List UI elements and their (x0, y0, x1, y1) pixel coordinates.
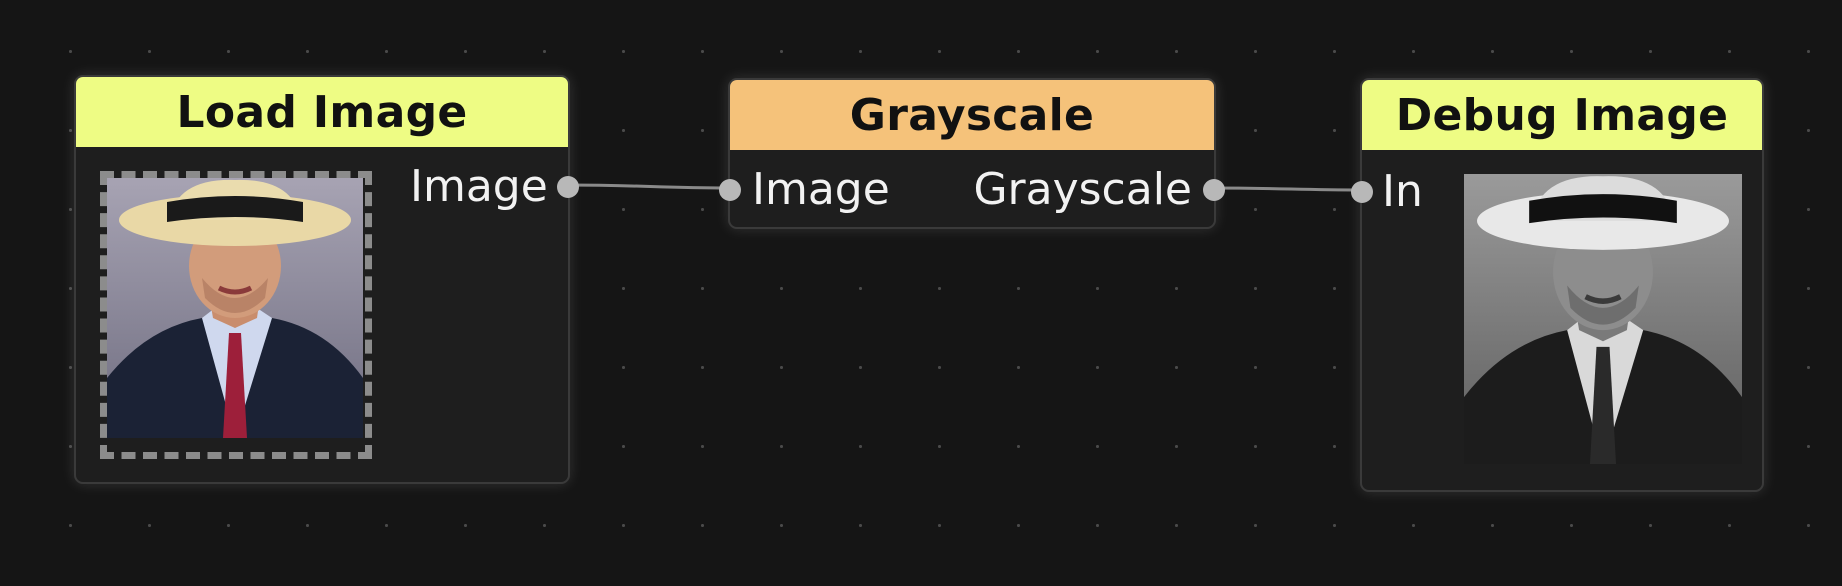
debug-image-node[interactable]: Debug Image In (1351, 78, 1764, 492)
grayscale-input-label: Image (752, 164, 890, 215)
load-image-node[interactable]: Load Image Image (74, 75, 579, 484)
photo-icon (107, 178, 363, 438)
debug-image-input-label: In (1382, 166, 1423, 217)
grayscale-input-port[interactable] (719, 179, 741, 201)
load-image-output-port[interactable] (557, 176, 579, 198)
grayscale-node[interactable]: Grayscale Image Grayscale (719, 78, 1225, 229)
grayscale-output-label: Grayscale (973, 164, 1192, 215)
grayscale-output-port[interactable] (1203, 179, 1225, 201)
photo-grayscale-icon (1464, 174, 1742, 464)
debug-image-input-port[interactable] (1351, 181, 1373, 203)
loaded-image-thumbnail (107, 178, 363, 438)
load-image-output-label: Image (410, 161, 548, 212)
debug-image-preview (1464, 174, 1742, 464)
load-image-node-title[interactable]: Load Image (76, 77, 568, 147)
grayscale-node-title[interactable]: Grayscale (730, 80, 1214, 150)
debug-image-node-title[interactable]: Debug Image (1362, 80, 1762, 150)
